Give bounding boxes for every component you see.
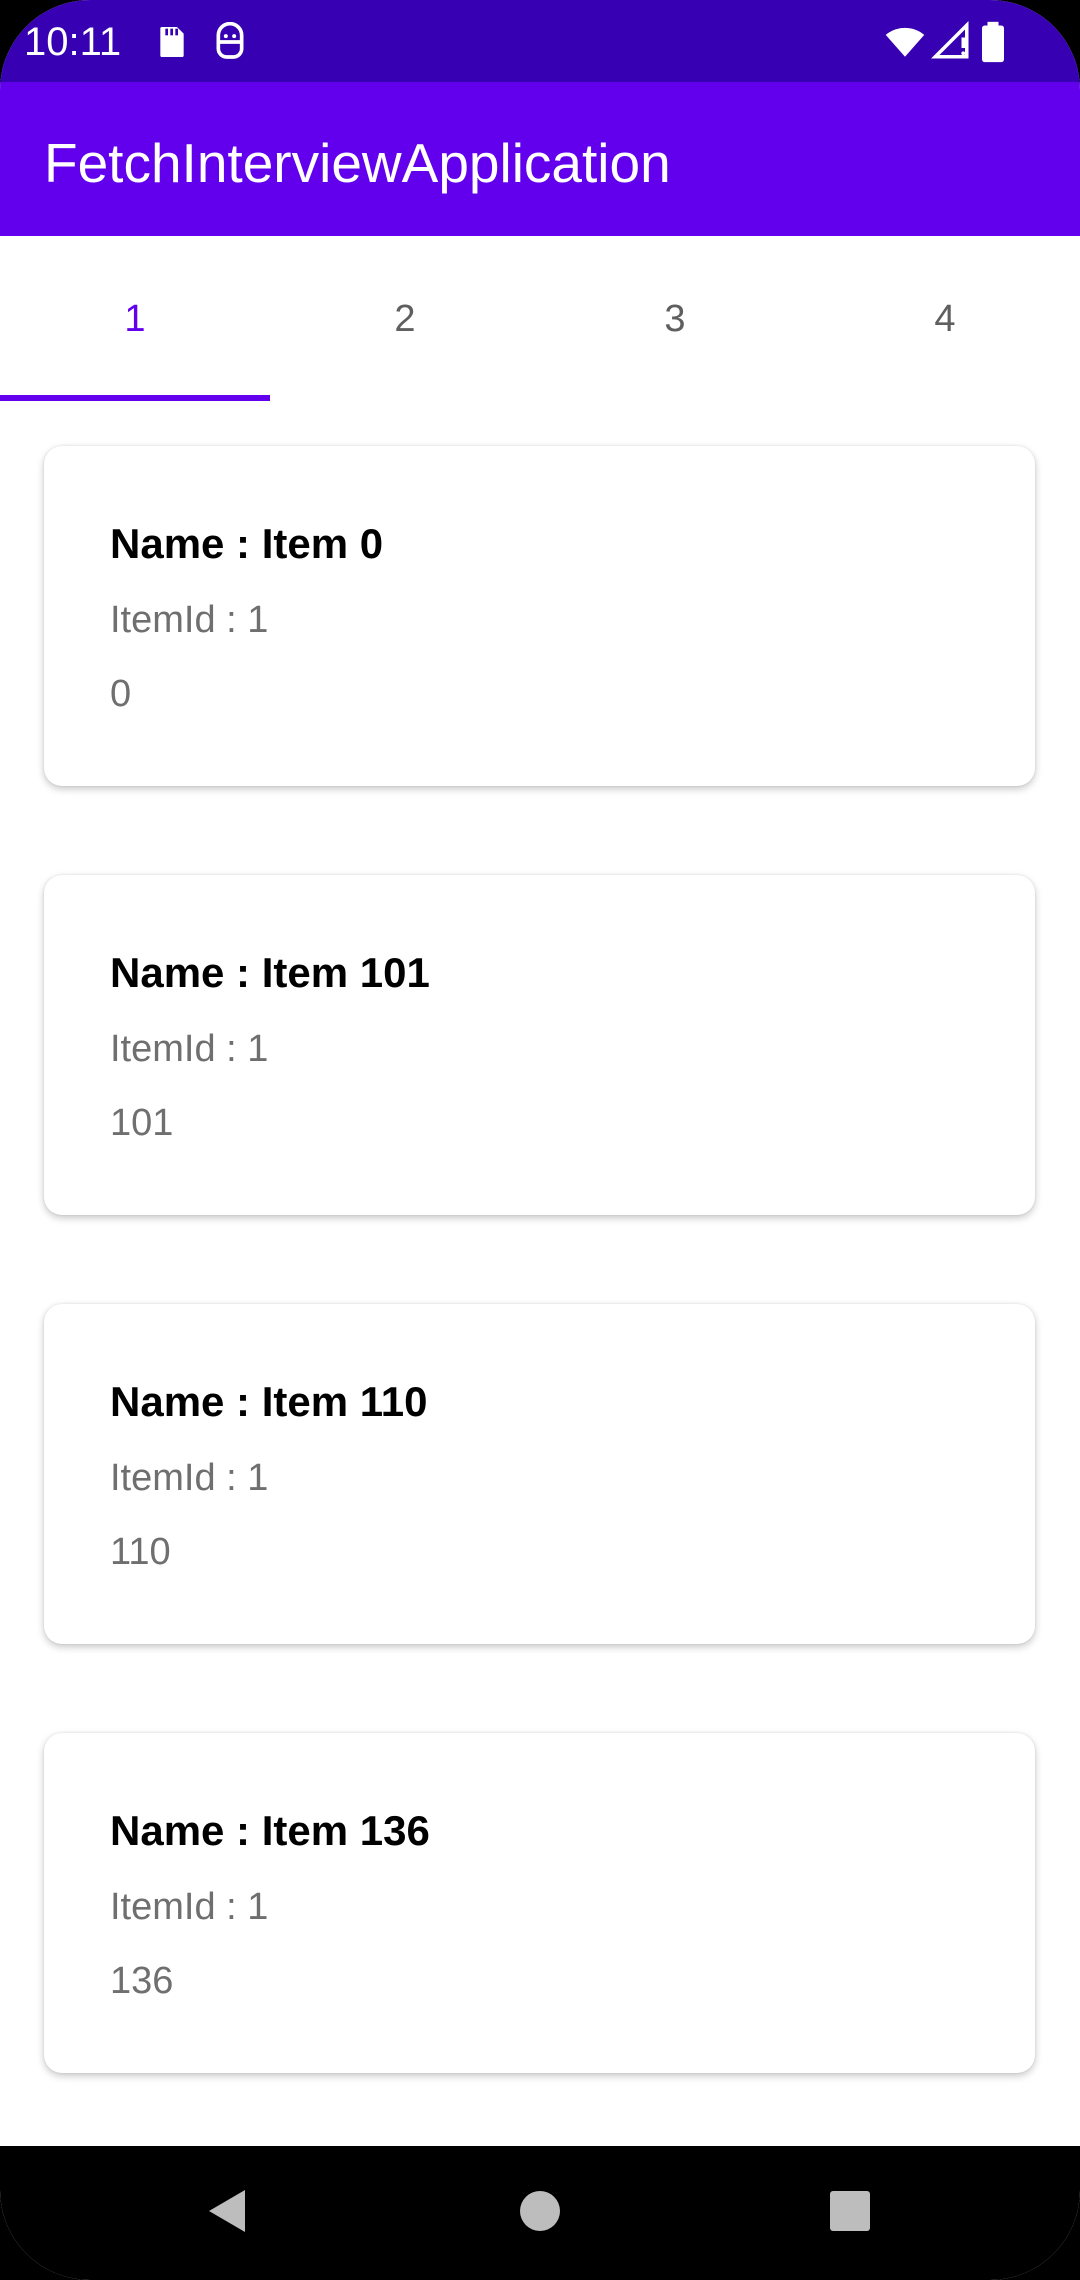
item-value: 101 xyxy=(110,1102,174,1144)
status-time: 10:11 xyxy=(24,20,122,64)
tab-bar: 1 2 3 4 xyxy=(0,236,1080,402)
back-icon xyxy=(203,2186,249,2241)
signal-icon xyxy=(930,20,972,62)
tab-4[interactable]: 4 xyxy=(810,236,1080,402)
item-value: 136 xyxy=(110,1960,174,2002)
item-name: Name : Item 136 xyxy=(110,1807,430,1854)
item-card[interactable]: Name : Item 136 ItemId : 1 136 xyxy=(44,1733,1035,2073)
home-button[interactable] xyxy=(500,2176,580,2250)
item-card[interactable]: Name : Item 110 ItemId : 1 110 xyxy=(44,1304,1035,1644)
item-card[interactable]: Name : Item 101 ItemId : 1 101 xyxy=(44,875,1035,1215)
item-id: ItemId : 1 xyxy=(110,1457,269,1499)
tab-1[interactable]: 1 xyxy=(0,236,270,402)
item-value: 110 xyxy=(110,1531,171,1573)
item-name: Name : Item 101 xyxy=(110,949,430,996)
tab-2[interactable]: 2 xyxy=(270,236,540,402)
item-id: ItemId : 1 xyxy=(110,1886,269,1928)
sd-card-icon xyxy=(152,22,192,62)
tab-indicator xyxy=(0,395,270,401)
item-list[interactable]: Name : Item 0 ItemId : 1 0 Name : Item 1… xyxy=(0,402,1080,2146)
recents-button[interactable] xyxy=(810,2176,890,2250)
android-debug-icon xyxy=(210,21,250,62)
item-name: Name : Item 0 xyxy=(110,520,384,567)
navigation-bar xyxy=(0,2146,1080,2280)
item-card[interactable]: Name : Item 0 ItemId : 1 0 xyxy=(44,446,1035,786)
app-title: FetchInterviewApplication xyxy=(44,132,671,194)
status-bar: 10:11 xyxy=(0,0,1080,82)
battery-icon xyxy=(978,20,1008,64)
device-screen: 10:11 FetchInterviewApplication 1 2 3 4 … xyxy=(0,0,1080,2280)
recents-icon xyxy=(828,2189,872,2238)
app-bar: FetchInterviewApplication xyxy=(0,82,1080,236)
item-id: ItemId : 1 xyxy=(110,599,269,641)
wifi-icon xyxy=(884,20,926,62)
item-name: Name : Item 110 xyxy=(110,1378,428,1425)
tab-3[interactable]: 3 xyxy=(540,236,810,402)
home-icon xyxy=(517,2188,563,2239)
back-button[interactable] xyxy=(186,2176,266,2250)
item-value: 0 xyxy=(110,673,132,715)
item-id: ItemId : 1 xyxy=(110,1028,269,1070)
